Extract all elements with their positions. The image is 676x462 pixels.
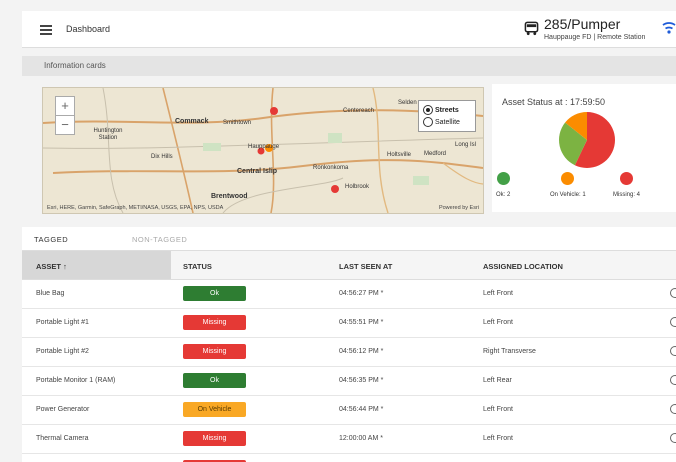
last-seen-time: 04:55:51 PM * [339,319,384,326]
hamburger-menu-icon[interactable] [40,25,52,35]
map-layer-selector: Streets Satellite [418,100,476,132]
table-row[interactable]: Missing [22,454,676,462]
asset-name: Portable Monitor 1 (RAM) [36,377,116,384]
status-badge: Missing [183,431,246,446]
map-place-label: Medford [424,151,447,157]
legend-on-vehicle-label: On Vehicle: 1 [550,192,586,198]
table-row[interactable]: Portable Light #2 Missing 04:56:12 PM * Rig… [22,338,676,367]
column-header-asset[interactable]: ASSET ↑ [36,262,67,271]
wifi-icon [662,22,676,34]
map-place-label: Holbrook [345,184,370,190]
row-action-icon[interactable] [670,433,676,443]
last-seen-time: 04:56:27 PM * [339,290,384,297]
map-place-label: Long Isl [455,142,477,148]
assigned-location: Left Front [483,319,513,326]
map-place-label: Centereach [343,108,375,114]
page-title: Dashboard [66,24,111,34]
zoom-in-button[interactable]: + [56,97,74,115]
map-zoom-control: + − [55,96,75,135]
ok-status-dot [496,172,510,185]
asset-name: Power Generator [36,406,90,413]
zoom-out-button[interactable]: − [56,115,74,134]
table-header: ASSET ↑ STATUS LAST SEEN AT ASSIGNED LOC… [22,251,676,280]
map-place-label: Huntington Station [93,128,123,141]
map-place-label: Hauppauge [248,144,280,150]
table-body: Blue Bag Ok 04:56:27 PM * Left Front Portabl… [22,280,676,462]
status-badge: Ok [183,373,246,388]
map-place-label: Ronkonkoma [313,165,349,171]
layer-option-streets[interactable]: Streets [423,105,459,115]
last-seen-time: 12:00:00 AM * [339,435,383,442]
table-row[interactable]: Blue Bag Ok 04:56:27 PM * Left Front [22,280,676,309]
map-place-label: Dix Hills [151,154,173,160]
top-app-bar: Dashboard 285/Pumper Hauppauge FD | Remo… [22,11,676,48]
table-row[interactable]: Portable Light #1 Missing 04:55:51 PM * Lef… [22,309,676,338]
on-vehicle-status-dot [561,172,575,185]
last-seen-time: 04:56:44 PM * [339,406,384,413]
map-attribution: Esri, HERE, Garmin, SafeGraph, METI/NASA… [47,205,224,211]
asset-status-pie-chart [559,112,615,168]
tab-tagged[interactable]: TAGGED [34,235,68,244]
asset-map[interactable]: + − Streets Satellite Commack Smithtown … [42,87,484,214]
tab-non-tagged[interactable]: NON-TAGGED [132,235,187,244]
asset-name: Portable Light #2 [36,348,89,355]
missing-status-dot [620,172,633,185]
unit-station: Hauppauge FD | Remote Station [544,34,646,41]
assigned-location: Right Transverse [483,348,536,355]
asset-table: ASSET ↑ STATUS LAST SEEN AT ASSIGNED LOC… [22,251,676,462]
status-badge: On Vehicle [183,402,246,417]
section-title: Information cards [44,61,106,70]
map-marker-missing[interactable] [270,107,278,115]
column-header-status[interactable]: STATUS [183,262,212,271]
map-powered-by[interactable]: Powered by Esri [439,205,479,211]
last-seen-time: 04:56:35 PM * [339,377,384,384]
table-row[interactable]: Portable Monitor 1 (RAM) Ok 04:56:35 PM * L… [22,367,676,396]
assigned-location: Left Front [483,435,513,442]
radio-selected-icon [423,105,433,115]
last-seen-time: 04:56:12 PM * [339,348,384,355]
assigned-location: Left Front [483,290,513,297]
app-frame: Dashboard 285/Pumper Hauppauge FD | Remo… [0,0,676,462]
asset-name: Blue Bag [36,290,65,297]
asset-status-header: Asset Status at : 17:59:50 [502,97,606,107]
row-action-icon[interactable] [670,288,676,298]
map-roads [43,88,483,213]
assigned-location: Left Front [483,406,513,413]
unit-name: 285/Pumper [544,16,621,32]
legend-on-vehicle: On Vehicle: 1 [550,172,586,198]
assigned-location: Left Rear [483,377,512,384]
row-action-icon[interactable] [670,346,676,356]
row-action-icon[interactable] [670,317,676,327]
status-badge: Missing [183,344,246,359]
legend-ok: Ok: 2 [496,172,510,198]
map-place-label: Brentwood [211,193,248,200]
radio-unselected-icon [423,117,433,127]
map-place-label: Central Islip [237,168,278,175]
column-header-last-seen[interactable]: LAST SEEN AT [339,262,392,271]
legend-missing: Missing: 4 [613,172,640,198]
table-row[interactable]: Thermal Camera Missing 12:00:00 AM * Left F… [22,425,676,454]
column-header-location[interactable]: ASSIGNED LOCATION [483,262,563,271]
map-marker-missing[interactable] [331,185,339,193]
asset-name: Thermal Camera [36,435,89,442]
map-place-label: Holtsville [387,152,412,158]
table-row[interactable]: Power Generator On Vehicle 04:56:44 PM * Le… [22,396,676,425]
row-action-icon[interactable] [670,375,676,385]
tag-tabs: TAGGED NON-TAGGED [22,227,676,251]
map-place-label: Commack [175,118,209,125]
layer-option-satellite[interactable]: Satellite [423,117,460,127]
legend-missing-label: Missing: 4 [613,192,641,198]
fire-truck-icon [524,21,539,36]
asset-name: Portable Light #1 [36,319,89,326]
map-place-label: Selden [398,100,417,106]
asset-status-card: Asset Status at : 17:59:50 Ok: 2 On Vehi… [492,84,676,212]
status-badge: Ok [183,286,246,301]
legend-ok-label: Ok: 2 [496,192,511,198]
row-action-icon[interactable] [670,404,676,414]
information-cards-header: Information cards [22,56,676,76]
map-place-label: Smithtown [223,120,252,126]
status-badge: Missing [183,315,246,330]
